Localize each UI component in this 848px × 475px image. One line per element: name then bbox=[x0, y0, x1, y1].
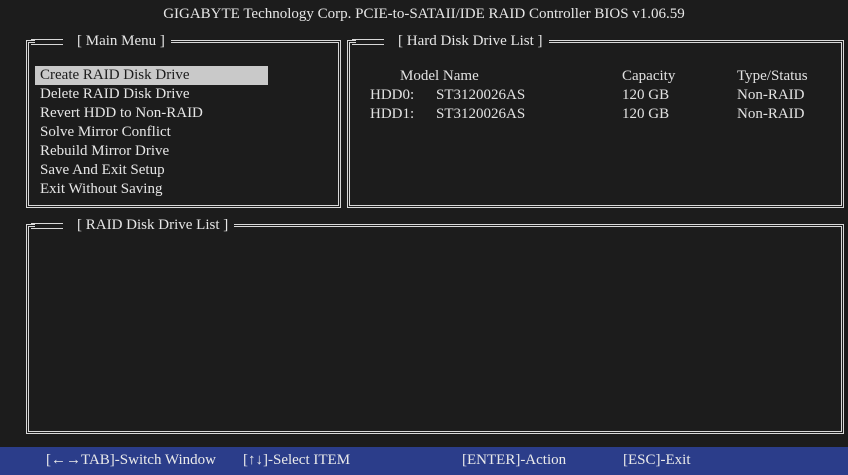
frame-divider bbox=[352, 38, 384, 45]
header-model-name: Model Name bbox=[400, 68, 479, 84]
frame-divider bbox=[31, 38, 63, 45]
hdd-model: ST3120026AS bbox=[436, 106, 526, 122]
hdd-model: ST3120026AS bbox=[436, 87, 526, 103]
raid-list-panel[interactable]: [ RAID Disk Drive List ] bbox=[26, 216, 844, 434]
hdd-table-header: Model Name Capacity Type/Status bbox=[370, 67, 837, 86]
main-menu-list: Create RAID Disk Drive Delete RAID Disk … bbox=[35, 66, 268, 199]
hint-action: [ENTER]-Action bbox=[462, 452, 567, 468]
bios-title: GIGABYTE Technology Corp. PCIE-to-SATAII… bbox=[163, 6, 685, 22]
header-type-status: Type/Status bbox=[737, 68, 808, 84]
hdd-id: HDD0: bbox=[370, 87, 415, 103]
menu-item-exit-without-saving[interactable]: Exit Without Saving bbox=[35, 180, 268, 199]
hdd-list-label: [ Hard Disk Drive List ] bbox=[398, 33, 543, 49]
hdd-type-status: Non-RAID bbox=[737, 87, 805, 103]
menu-item-revert-hdd[interactable]: Revert HDD to Non-RAID bbox=[35, 104, 268, 123]
menu-item-solve-mirror-conflict[interactable]: Solve Mirror Conflict bbox=[35, 123, 268, 142]
main-menu-label: [ Main Menu ] bbox=[77, 33, 165, 49]
hdd-capacity: 120 GB bbox=[622, 106, 670, 122]
menu-item-create-raid[interactable]: Create RAID Disk Drive bbox=[35, 66, 268, 85]
hdd-id: HDD1: bbox=[370, 106, 415, 122]
menu-item-save-exit[interactable]: Save And Exit Setup bbox=[35, 161, 268, 180]
menu-item-delete-raid[interactable]: Delete RAID Disk Drive bbox=[35, 85, 268, 104]
key-hint-bar: [←→TAB]-Switch Window [↑↓]-Select ITEM [… bbox=[0, 447, 848, 475]
table-row[interactable]: HDD0: ST3120026AS 120 GB Non-RAID bbox=[370, 86, 837, 105]
raid-list-label: [ RAID Disk Drive List ] bbox=[77, 217, 229, 233]
frame-divider bbox=[31, 222, 63, 229]
hint-select-item: [↑↓]-Select ITEM bbox=[243, 452, 351, 468]
hint-exit: [ESC]-Exit bbox=[623, 452, 691, 468]
hdd-type-status: Non-RAID bbox=[737, 106, 805, 122]
hdd-table: Model Name Capacity Type/Status HDD0: ST… bbox=[370, 67, 837, 124]
header-capacity: Capacity bbox=[622, 68, 676, 84]
table-row[interactable]: HDD1: ST3120026AS 120 GB Non-RAID bbox=[370, 105, 837, 124]
hint-switch-window: [←→TAB]-Switch Window bbox=[46, 452, 216, 468]
menu-item-rebuild-mirror[interactable]: Rebuild Mirror Drive bbox=[35, 142, 268, 161]
main-menu-panel: [ Main Menu ] Create RAID Disk Drive Del… bbox=[26, 32, 341, 208]
hdd-capacity: 120 GB bbox=[622, 87, 670, 103]
hdd-list-panel[interactable]: [ Hard Disk Drive List ] Model Name Capa… bbox=[347, 32, 844, 208]
